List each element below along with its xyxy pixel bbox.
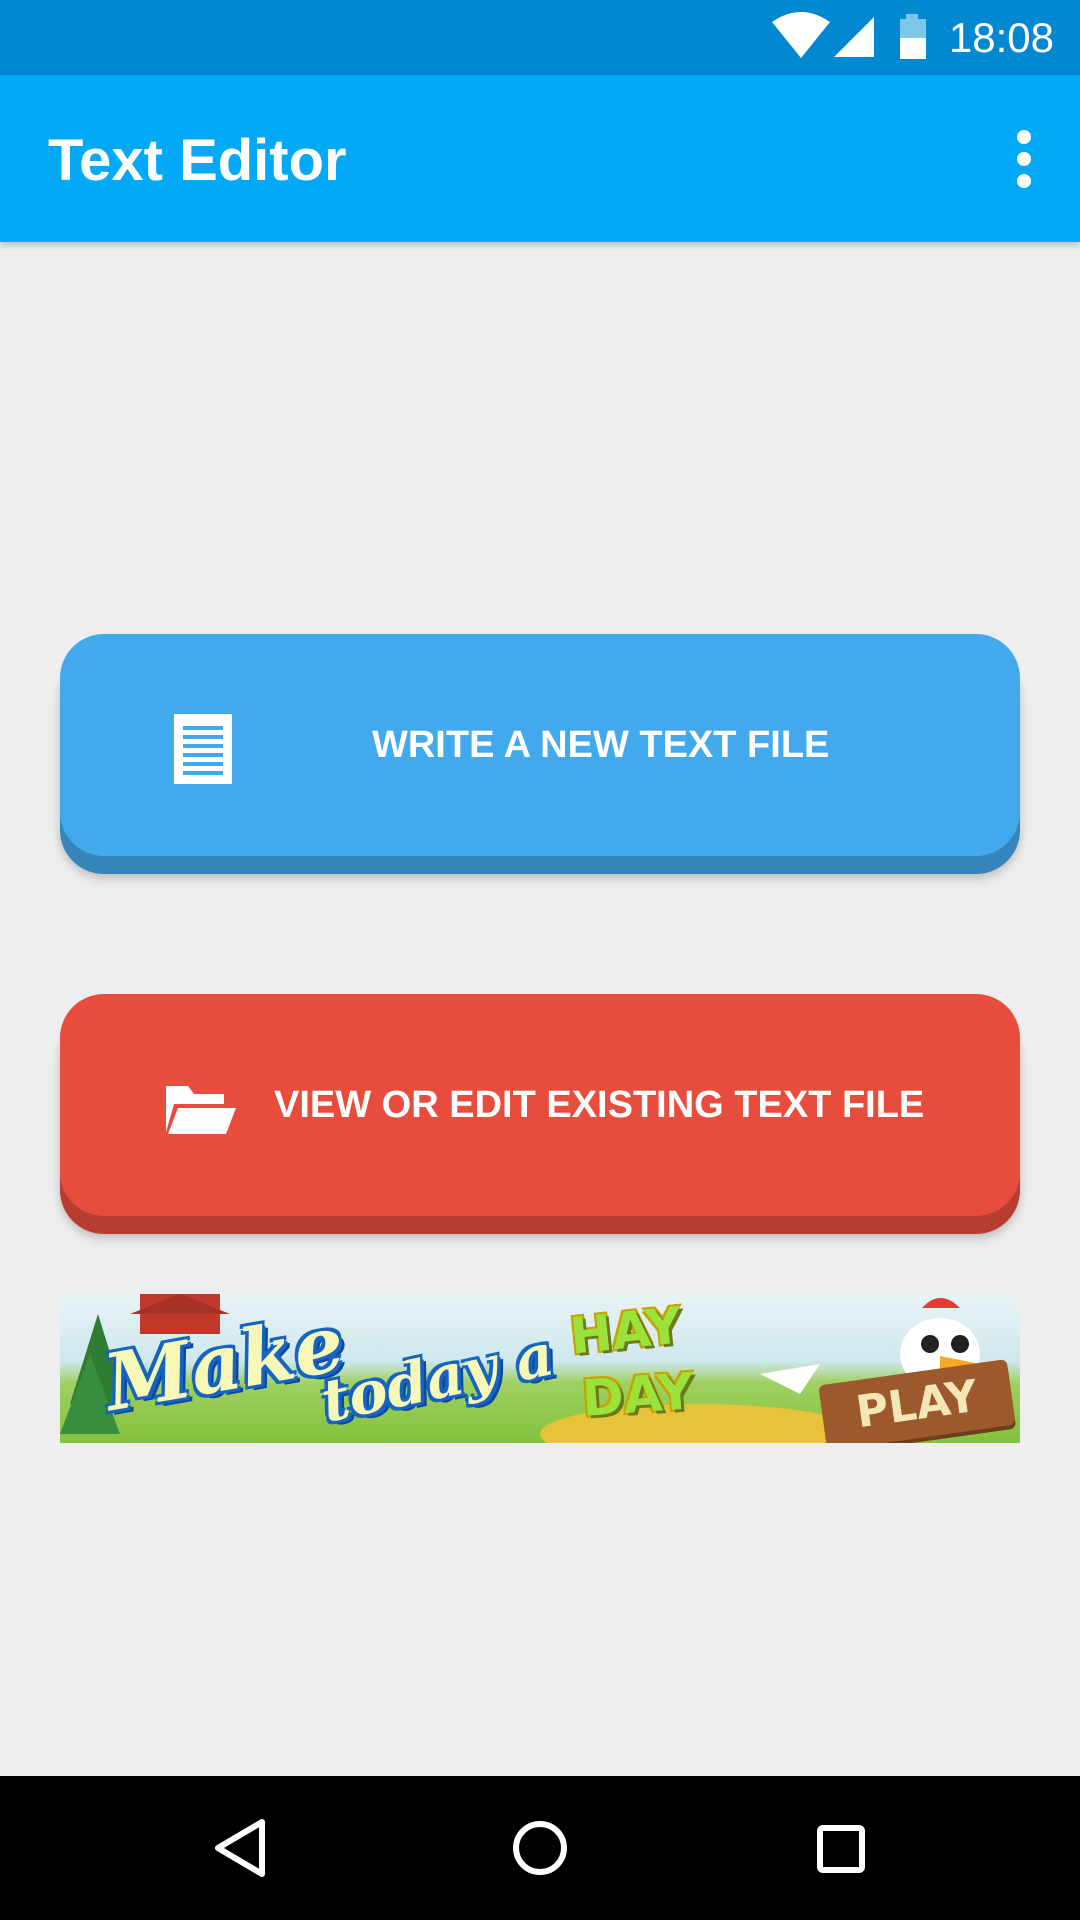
ad-brand-hay: HAY bbox=[567, 1296, 685, 1366]
home-icon[interactable] bbox=[460, 1776, 620, 1920]
recents-icon[interactable] bbox=[760, 1776, 920, 1920]
view-edit-file-button[interactable]: VIEW OR EDIT EXISTING TEXT FILE bbox=[60, 994, 1020, 1216]
ad-banner[interactable]: Make today a HAY DAY PLAY bbox=[60, 1294, 1020, 1443]
status-time: 18:08 bbox=[948, 14, 1054, 61]
app-bar: Text Editor bbox=[0, 75, 1080, 242]
document-icon bbox=[174, 714, 232, 784]
navigation-bar bbox=[0, 1776, 1080, 1920]
write-new-file-button[interactable]: WRITE A NEW TEXT FILE bbox=[60, 634, 1020, 856]
write-new-file-label: WRITE A NEW TEXT FILE bbox=[372, 724, 830, 766]
cell-signal-icon bbox=[834, 17, 874, 57]
folder-open-icon bbox=[166, 1086, 236, 1134]
wifi-icon bbox=[772, 12, 830, 58]
ad-brand-day: DAY bbox=[580, 1362, 696, 1428]
more-vert-icon[interactable] bbox=[992, 119, 1056, 199]
view-edit-file-label: VIEW OR EDIT EXISTING TEXT FILE bbox=[274, 1084, 925, 1126]
status-bar: 18:08 bbox=[0, 0, 1080, 75]
battery-icon bbox=[900, 14, 926, 59]
app-title: Text Editor bbox=[48, 128, 347, 193]
back-icon[interactable] bbox=[160, 1776, 320, 1920]
